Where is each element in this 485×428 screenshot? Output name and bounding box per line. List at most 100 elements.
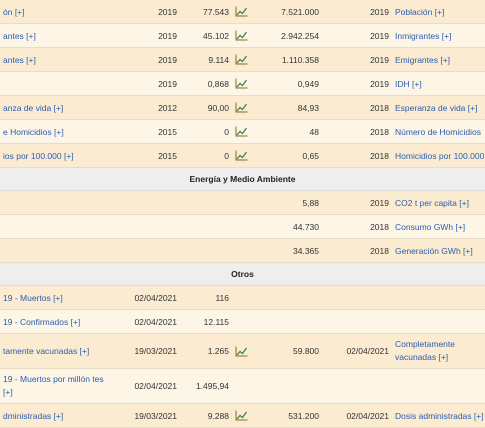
left-indicator-link[interactable]: ón [+]: [3, 7, 25, 17]
right-value: 2.942.254: [281, 30, 319, 41]
right-indicator-link[interactable]: Emigrantes [+]: [395, 55, 450, 65]
chart-icon-cell: [232, 23, 254, 48]
chart-icon-cell: [232, 309, 254, 334]
left-year: 19/03/2021: [134, 410, 177, 421]
right-value: 48: [309, 126, 319, 137]
chart-icon[interactable]: [235, 410, 251, 421]
section-header: Energía y Medio Ambiente: [0, 167, 485, 191]
left-year-cell: 2019: [118, 47, 180, 72]
table-row: ios por 100.000 [+] 2015 0 0,65 2018 Homicidi…: [0, 143, 485, 168]
right-year: 02/04/2021: [346, 410, 389, 421]
table-row: 34.365 2018 Generación GWh [+]: [0, 238, 485, 263]
right-year-cell: 02/04/2021: [322, 403, 392, 428]
right-indicator-link[interactable]: Población [+]: [395, 7, 444, 17]
left-value: 1.265: [207, 346, 229, 356]
left-value: 9.288: [207, 410, 229, 421]
right-indicator-link[interactable]: CO2 t per capita [+]: [395, 198, 469, 208]
right-indicator-link[interactable]: Completamente vacunadas [+]: [395, 339, 455, 362]
chart-icon[interactable]: [235, 54, 251, 65]
left-year-cell: 2012: [118, 95, 180, 120]
left-value-cell: 1.265: [180, 333, 232, 369]
table-body: ón [+] 2019 77.543 7.521.000 2019 Población […: [0, 0, 485, 428]
chart-icon[interactable]: [235, 6, 251, 17]
left-value-cell: 45.102: [180, 23, 232, 48]
right-value-cell: 7.521.000: [254, 0, 322, 24]
table-row: e Homicidios [+] 2015 0 48 2018 Número de Hom…: [0, 119, 485, 144]
right-indicator-link-cell: Generación GWh [+]: [392, 238, 485, 263]
table-row: antes [+] 2019 45.102 2.942.254 2019 Inmigran…: [0, 23, 485, 48]
left-year: 2019: [158, 54, 177, 65]
left-year: 2019: [158, 6, 177, 17]
right-value-cell: 1.110.358: [254, 47, 322, 72]
right-indicator-link-cell: Completamente vacunadas [+]: [392, 333, 485, 369]
left-indicator-link[interactable]: 19 - Muertos [+]: [3, 293, 63, 303]
right-value-cell: 531.200: [254, 403, 322, 428]
right-year-cell: 2019: [322, 0, 392, 24]
right-indicator-link[interactable]: Consumo GWh [+]: [395, 222, 465, 232]
right-year: 02/04/2021: [346, 346, 389, 356]
right-value-cell: [254, 285, 322, 310]
left-value: 77.543: [203, 6, 229, 17]
right-year-cell: 2018: [322, 214, 392, 239]
right-indicator-link-cell: [392, 285, 485, 310]
right-indicator-link-cell: CO2 t per capita [+]: [392, 190, 485, 215]
right-indicator-link[interactable]: Inmigrantes [+]: [395, 31, 451, 41]
left-indicator-link[interactable]: dministradas [+]: [3, 411, 63, 421]
left-indicator-link[interactable]: 19 - Confirmados [+]: [3, 317, 80, 327]
left-value: 0,868: [207, 78, 229, 89]
chart-icon[interactable]: [235, 126, 251, 137]
left-indicator-link[interactable]: e Homicidios [+]: [3, 127, 64, 137]
right-indicator-link[interactable]: Esperanza de vida [+]: [395, 103, 477, 113]
right-indicator-link[interactable]: Dosis administradas [+]: [395, 411, 484, 421]
chart-icon[interactable]: [235, 346, 251, 357]
right-indicator-link[interactable]: Número de Homicidios: [395, 127, 481, 137]
left-indicator-link-cell: [0, 238, 118, 263]
right-indicator-link[interactable]: IDH [+]: [395, 79, 422, 89]
left-value-cell: 0: [180, 143, 232, 168]
right-year-cell: 2018: [322, 143, 392, 168]
right-year: 2019: [370, 54, 389, 65]
chart-icon-cell: [232, 143, 254, 168]
left-value: 90,00: [207, 102, 229, 113]
left-value: 12.115: [203, 316, 229, 327]
left-year-cell: 2019: [118, 0, 180, 24]
left-indicator-link[interactable]: anza de vida [+]: [3, 103, 63, 113]
chart-icon-cell: [232, 0, 254, 24]
right-indicator-link-cell: Número de Homicidios: [392, 119, 485, 144]
right-year-cell: [322, 368, 392, 404]
chart-icon[interactable]: [235, 78, 251, 89]
chart-icon[interactable]: [235, 150, 251, 161]
left-value-cell: [180, 238, 232, 263]
chart-icon-cell: [232, 238, 254, 263]
section-header: Otros: [0, 262, 485, 286]
chart-icon[interactable]: [235, 30, 251, 41]
left-indicator-link[interactable]: 19 - Muertos por millón tes [+]: [3, 374, 104, 397]
left-year: 02/04/2021: [134, 316, 177, 327]
left-value: 0: [224, 126, 229, 137]
table-row: 5,88 2019 CO2 t per capita [+]: [0, 190, 485, 215]
right-year-cell: [322, 309, 392, 334]
left-indicator-link[interactable]: tamente vacunadas [+]: [3, 346, 89, 356]
left-year-cell: 2015: [118, 143, 180, 168]
chart-icon-cell: [232, 95, 254, 120]
right-value: 44.730: [293, 221, 319, 232]
chart-icon[interactable]: [235, 102, 251, 113]
table-row: 19 - Muertos por millón tes [+] 02/04/202…: [0, 368, 485, 404]
right-value-cell: 48: [254, 119, 322, 144]
left-year: 02/04/2021: [134, 381, 177, 391]
right-indicator-link[interactable]: Homicidios por 100.000: [395, 151, 484, 161]
left-value-cell: 1.495,94: [180, 368, 232, 404]
right-value: 1.110.358: [281, 54, 319, 65]
chart-icon-cell: [232, 47, 254, 72]
left-indicator-link[interactable]: ios por 100.000 [+]: [3, 151, 74, 161]
right-indicator-link[interactable]: Generación GWh [+]: [395, 246, 473, 256]
left-indicator-link-cell: antes [+]: [0, 23, 118, 48]
right-indicator-link-cell: Población [+]: [392, 0, 485, 24]
left-value-cell: 90,00: [180, 95, 232, 120]
right-year-cell: 2019: [322, 71, 392, 96]
left-indicator-link[interactable]: antes [+]: [3, 31, 36, 41]
left-indicator-link[interactable]: antes [+]: [3, 55, 36, 65]
left-indicator-link-cell: 19 - Muertos por millón tes [+]: [0, 368, 118, 404]
chart-icon-cell: [232, 71, 254, 96]
right-value-cell: 5,88: [254, 190, 322, 215]
